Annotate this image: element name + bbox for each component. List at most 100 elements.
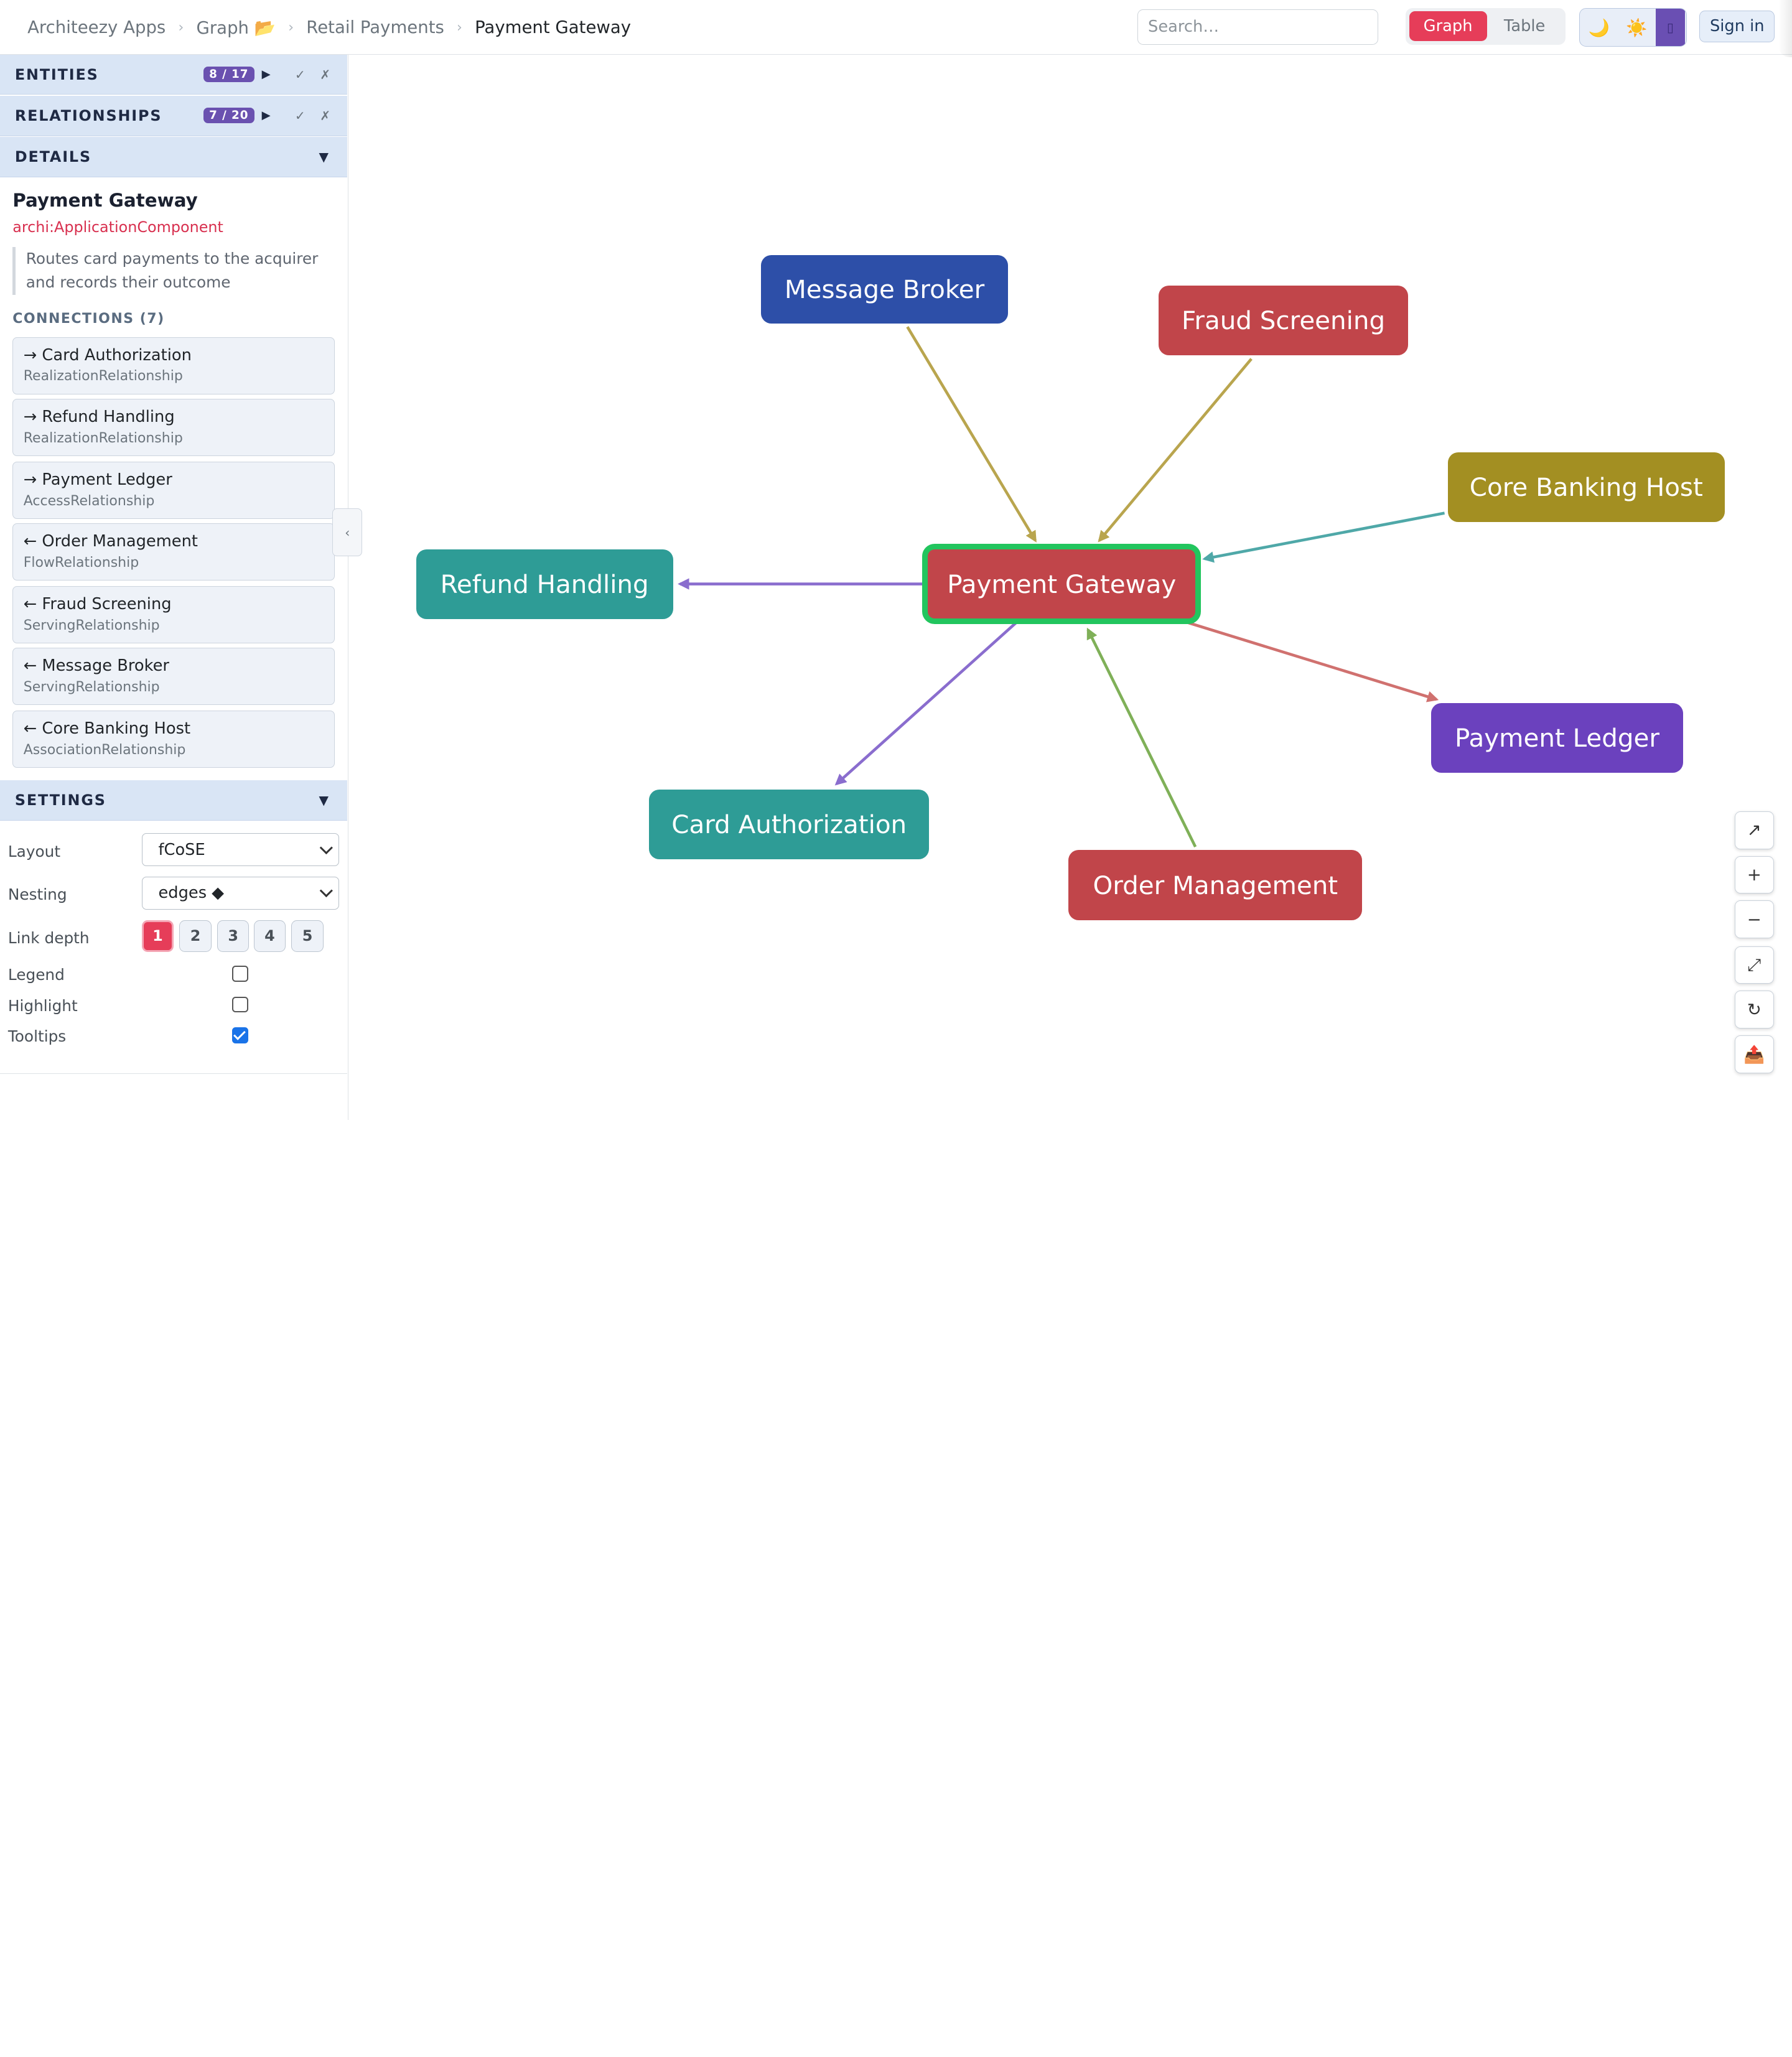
select-all-check-icon[interactable]: ✓: [295, 108, 306, 123]
connection-item[interactable]: ← Fraud Screening ServingRelationship: [12, 586, 335, 644]
details-section-header[interactable]: DETAILS ▼: [0, 137, 348, 177]
connection-item[interactable]: ← Message Broker ServingRelationship: [12, 648, 335, 706]
connection-relation: RealizationRelationship: [23, 368, 183, 385]
connection-relation: AssociationRelationship: [23, 742, 186, 758]
edge-core-banking-association[interactable]: [1202, 511, 1445, 563]
theme-toggle: 🌙 ☀️ ▯: [1579, 7, 1687, 47]
connection-item[interactable]: ← Order Management FlowRelationship: [12, 523, 335, 581]
edge-order-management-flow[interactable]: [1086, 627, 1197, 847]
zoom-out-icon[interactable]: −: [1735, 900, 1774, 938]
view-toggle: Graph Table: [1406, 7, 1566, 45]
connection-relation: AccessRelationship: [23, 493, 155, 509]
relationships-count-badge: 7 / 20: [203, 107, 254, 124]
legend-label: Legend: [7, 966, 65, 984]
tooltips-checkbox[interactable]: [231, 1027, 248, 1043]
fit-view-icon[interactable]: ⤢: [1735, 946, 1774, 984]
connection-target: → Payment Ledger: [23, 470, 172, 489]
layout-value: fCoSE: [158, 840, 205, 859]
connection-target: ← Message Broker: [23, 656, 169, 676]
breadcrumb-item-model[interactable]: Retail Payments: [306, 17, 444, 37]
top-bar: Architeezy Apps › Graph 📂 › Retail Payme…: [0, 0, 1792, 57]
entities-count-badge: 8 / 17: [203, 66, 254, 83]
settings-section-header[interactable]: SETTINGS ▼: [0, 780, 348, 821]
breadcrumb-separator: ›: [178, 19, 184, 35]
connection-target: → Card Authorization: [23, 345, 192, 365]
zoom-in-icon[interactable]: +: [1735, 856, 1774, 894]
node-order-management[interactable]: Order Management: [1068, 850, 1363, 920]
sun-icon[interactable]: ☀️: [1618, 9, 1656, 46]
caret-down-icon[interactable]: ▼: [319, 149, 329, 164]
node-payment-gateway[interactable]: Payment Gateway: [922, 544, 1202, 624]
sidebar-divider: [0, 1073, 348, 1075]
highlight-checkbox[interactable]: [231, 996, 248, 1013]
sign-in-button[interactable]: Sign in: [1699, 10, 1775, 42]
node-fraud-screening[interactable]: Fraud Screening: [1159, 286, 1408, 356]
clear-all-cross-icon[interactable]: ✗: [320, 67, 330, 82]
node-message-broker[interactable]: Message Broker: [761, 254, 1008, 324]
link-depth-1-button[interactable]: 1: [141, 920, 174, 952]
window-edge-shadow: [1778, 0, 1792, 57]
entities-title: ENTITIES: [14, 65, 99, 83]
system-theme-icon[interactable]: ▯: [1655, 8, 1686, 47]
connection-relation: ServingRelationship: [23, 679, 160, 695]
element-type: archi:ApplicationComponent: [12, 218, 223, 236]
nesting-select[interactable]: edges ◆: [141, 876, 340, 910]
settings-title: SETTINGS: [14, 791, 106, 809]
legend-checkbox[interactable]: [231, 966, 248, 982]
search-input[interactable]: [1137, 9, 1379, 45]
link-depth-label: Link depth: [7, 929, 90, 948]
edge-fraud-screening-serving[interactable]: [1098, 358, 1253, 543]
breadcrumb-item-apps[interactable]: Architeezy Apps: [27, 17, 166, 37]
clear-all-cross-icon[interactable]: ✗: [320, 108, 330, 123]
node-card-authorization[interactable]: Card Authorization: [649, 790, 930, 860]
link-depth-5-button[interactable]: 5: [291, 920, 324, 952]
select-all-check-icon[interactable]: ✓: [295, 67, 306, 82]
connection-item[interactable]: → Refund Handling RealizationRelationshi…: [12, 399, 335, 456]
node-refund-handling[interactable]: Refund Handling: [416, 549, 673, 620]
graph-view-button[interactable]: Graph: [1409, 11, 1487, 42]
breadcrumb: Architeezy Apps › Graph 📂 › Retail Payme…: [27, 0, 631, 55]
connections-heading: CONNECTIONS (7): [12, 310, 165, 327]
connection-item[interactable]: ← Core Banking Host AssociationRelations…: [12, 711, 335, 768]
sidebar: ENTITIES 8 / 17 ▶ ✓ ✗ RELATIONSHIPS 7 / …: [0, 55, 349, 1120]
app-window: Architeezy Apps › Graph 📂 › Retail Payme…: [0, 0, 1792, 1120]
link-depth-3-button[interactable]: 3: [217, 920, 250, 952]
connection-item[interactable]: → Payment Ledger AccessRelationship: [12, 462, 335, 519]
open-external-icon[interactable]: ↗: [1735, 811, 1774, 849]
connection-item[interactable]: → Card Authorization RealizationRelation…: [12, 337, 335, 394]
chevron-down-icon: [319, 841, 333, 854]
breadcrumb-item-graph[interactable]: Graph 📂: [197, 17, 276, 38]
connection-relation: RealizationRelationship: [23, 430, 183, 446]
link-depth-2-button[interactable]: 2: [179, 920, 212, 952]
tooltips-label: Tooltips: [7, 1027, 67, 1046]
chevron-down-icon: [319, 884, 333, 898]
edge-message-broker-serving[interactable]: [906, 326, 1037, 543]
node-payment-ledger[interactable]: Payment Ledger: [1430, 702, 1684, 773]
entities-section-header[interactable]: ENTITIES 8 / 17 ▶ ✓ ✗: [0, 55, 348, 95]
relationships-title: RELATIONSHIPS: [14, 106, 162, 124]
element-name: Payment Gateway: [12, 189, 198, 211]
node-core-banking-host[interactable]: Core Banking Host: [1448, 452, 1725, 523]
breadcrumb-separator: ›: [457, 19, 462, 35]
connection-target: ← Core Banking Host: [23, 719, 191, 739]
nesting-value: edges ◆: [158, 884, 225, 903]
table-view-button[interactable]: Table: [1487, 11, 1562, 41]
element-description: Routes card payments to the acquirer and…: [12, 246, 335, 295]
breadcrumb-separator: ›: [288, 19, 294, 35]
relayout-icon[interactable]: ↻: [1735, 991, 1774, 1029]
export-icon[interactable]: 📤: [1735, 1035, 1774, 1073]
connection-target: ← Order Management: [23, 532, 198, 551]
highlight-label: Highlight: [7, 996, 78, 1015]
edge-card-authorization-realization[interactable]: [834, 622, 1017, 786]
link-depth-4-button[interactable]: 4: [253, 920, 286, 952]
graph-canvas[interactable]: Message Broker Fraud Screening Core Bank…: [350, 56, 1792, 1120]
details-title: DETAILS: [14, 148, 91, 166]
moon-icon[interactable]: 🌙: [1580, 9, 1618, 46]
expand-play-icon[interactable]: ▶: [262, 109, 271, 122]
relationships-section-header[interactable]: RELATIONSHIPS 7 / 20 ▶ ✓ ✗: [0, 96, 348, 136]
caret-down-icon[interactable]: ▼: [319, 793, 329, 808]
layout-select[interactable]: fCoSE: [141, 833, 340, 867]
connection-relation: FlowRelationship: [23, 554, 139, 571]
edge-payment-ledger-access[interactable]: [1188, 621, 1439, 702]
expand-play-icon[interactable]: ▶: [262, 68, 271, 81]
